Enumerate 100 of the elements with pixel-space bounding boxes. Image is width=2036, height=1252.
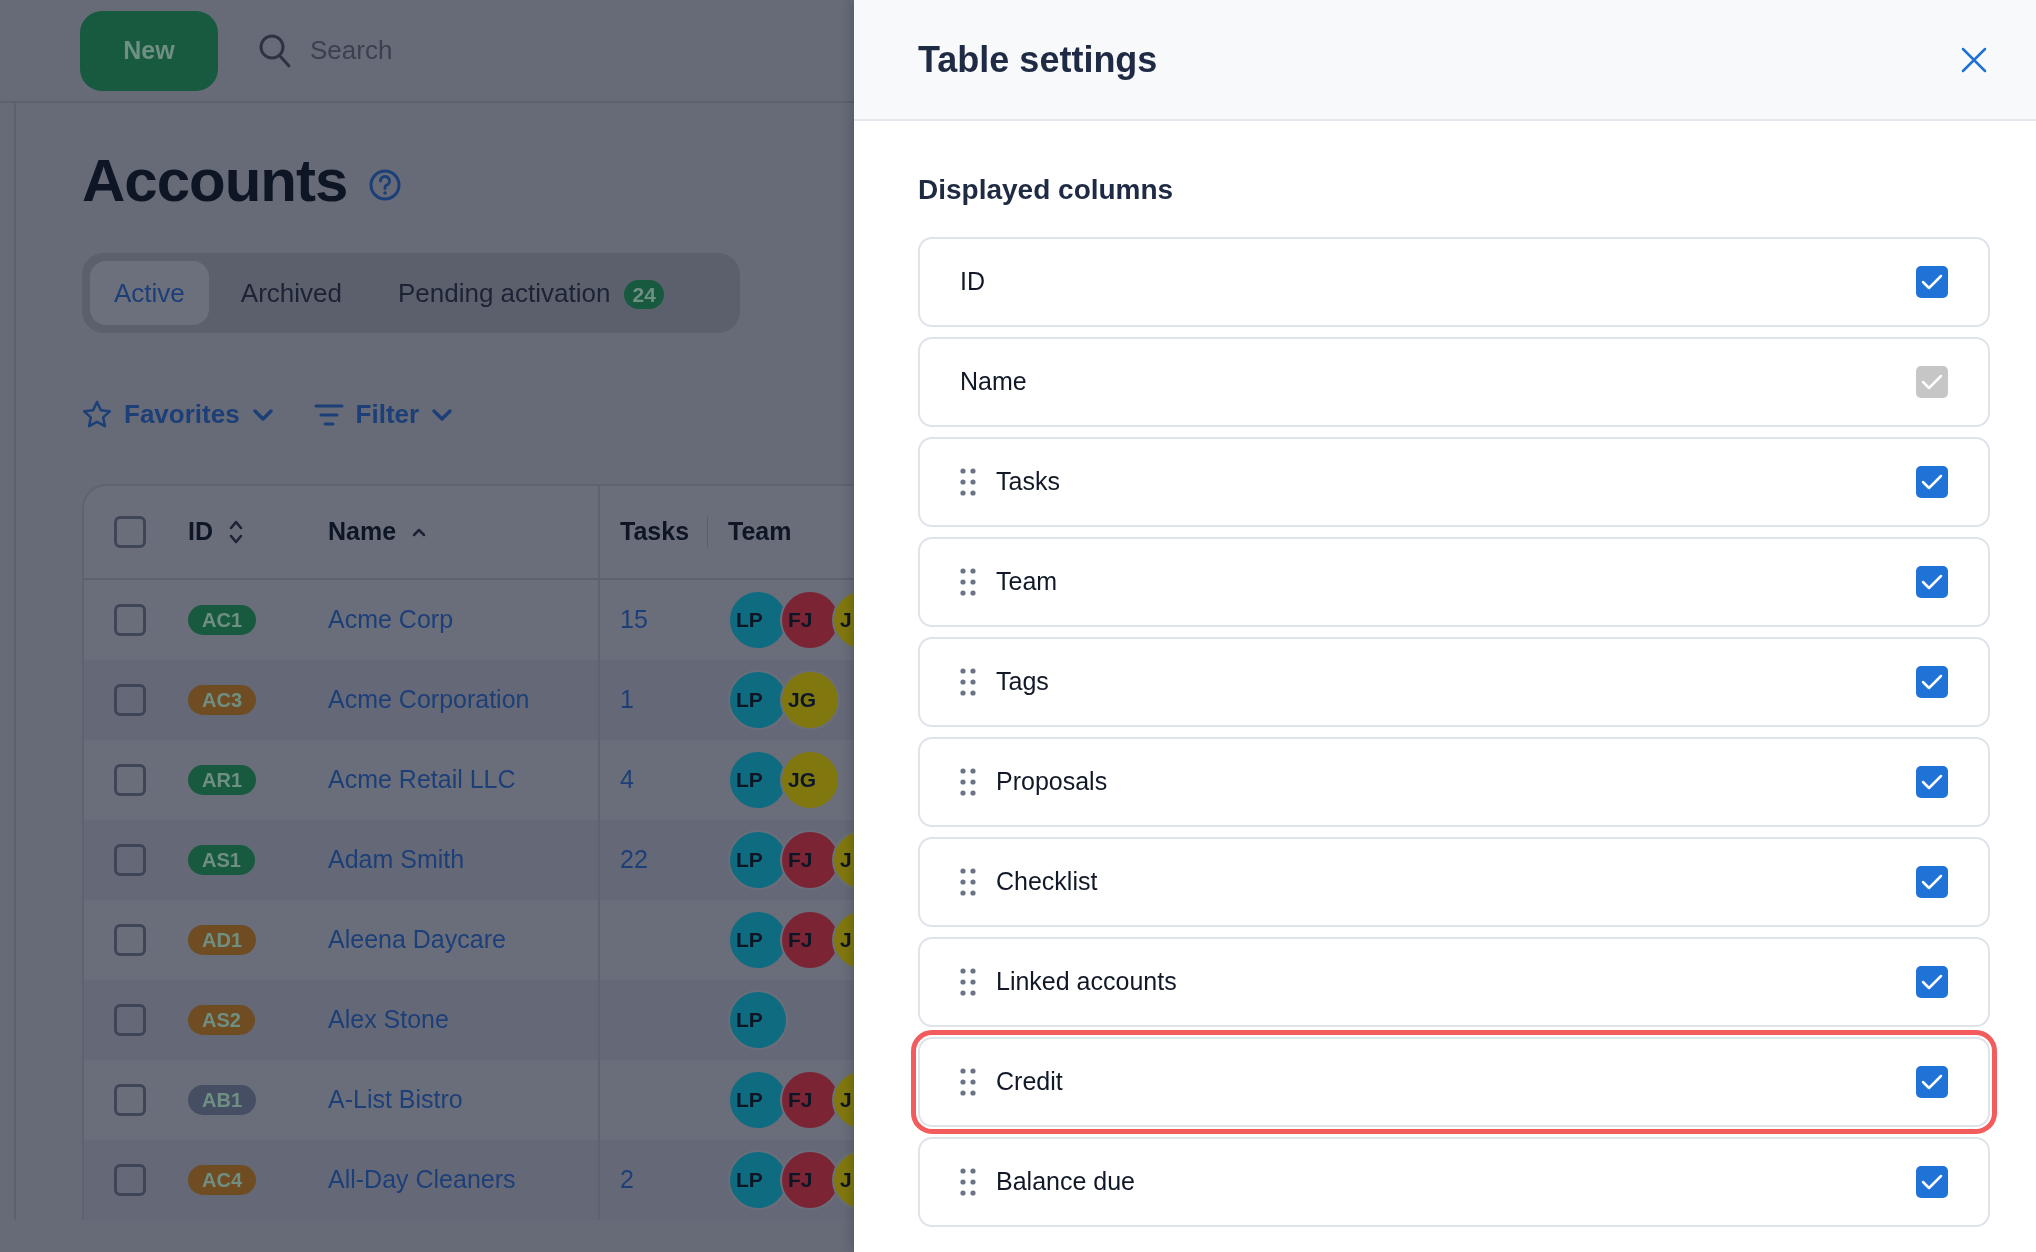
check-icon	[1921, 973, 1943, 991]
tab[interactable]: Active	[90, 261, 209, 325]
check-icon	[1921, 773, 1943, 791]
column-label: Tags	[996, 666, 1050, 698]
column-checkbox[interactable]	[1916, 266, 1948, 298]
column-label: Proposals	[996, 766, 1109, 798]
chevron-down-icon	[251, 407, 274, 422]
tasks-link[interactable]: 1	[620, 685, 634, 714]
id-badge: AC4	[188, 1165, 256, 1195]
check-icon	[1921, 1173, 1943, 1191]
column-option[interactable]: Balance due	[918, 1137, 1990, 1227]
check-icon	[1921, 673, 1943, 691]
row-checkbox[interactable]	[114, 764, 146, 796]
drag-handle-icon[interactable]	[960, 968, 976, 996]
column-checkbox[interactable]	[1916, 966, 1948, 998]
row-checkbox[interactable]	[114, 1164, 146, 1196]
tasks-link[interactable]: 15	[620, 605, 648, 634]
close-icon	[1960, 45, 1988, 74]
row-checkbox[interactable]	[114, 924, 146, 956]
id-badge: AR1	[188, 765, 256, 795]
row-checkbox[interactable]	[114, 1004, 146, 1036]
drag-handle-icon[interactable]	[960, 768, 976, 796]
column-label: Credit	[996, 1066, 1064, 1098]
check-icon	[1921, 1073, 1943, 1091]
drag-handle-icon[interactable]	[960, 568, 976, 596]
filter-button[interactable]: Filter	[313, 395, 454, 434]
column-option[interactable]: Linked accounts	[918, 937, 1990, 1027]
count-badge: 24	[624, 279, 664, 309]
avatar: J	[832, 1150, 854, 1210]
column-header[interactable]: Tasks	[620, 513, 690, 551]
column-option[interactable]: Proposals	[918, 737, 1990, 827]
column-header[interactable]: ID	[188, 513, 213, 551]
column-checkbox[interactable]	[1916, 1166, 1948, 1198]
drag-handle-icon[interactable]	[960, 1168, 976, 1196]
avatar: J	[832, 830, 854, 890]
check-icon	[1921, 873, 1943, 891]
check-icon	[1921, 273, 1943, 291]
select-all-checkbox[interactable]	[114, 516, 146, 548]
avatar: J	[832, 1070, 854, 1130]
column-option[interactable]: Tags	[918, 637, 1990, 727]
drag-handle-icon[interactable]	[960, 468, 976, 496]
drag-handle-icon[interactable]	[960, 868, 976, 896]
id-badge: AS2	[188, 1005, 255, 1035]
avatar: J	[832, 910, 854, 970]
page-title: Accounts	[82, 146, 348, 216]
account-link[interactable]: Acme Corporation	[328, 681, 530, 719]
id-badge: AB1	[188, 1085, 256, 1115]
tasks-link[interactable]: 4	[620, 765, 634, 794]
tasks-link[interactable]: 22	[620, 845, 648, 874]
panel-title: Table settings	[918, 37, 1158, 82]
section-heading: Displayed columns	[918, 173, 1175, 207]
row-checkbox[interactable]	[114, 684, 146, 716]
search-icon[interactable]	[258, 32, 292, 69]
favorites-button[interactable]: Favorites	[82, 395, 274, 434]
star-icon	[82, 399, 112, 430]
avatar: LP	[728, 990, 788, 1050]
sort-ascending-icon	[412, 527, 427, 537]
check-icon	[1921, 473, 1943, 491]
row-checkbox[interactable]	[114, 844, 146, 876]
avatar: J	[832, 590, 854, 650]
column-label: Team	[996, 566, 1059, 598]
tab[interactable]: Archived	[216, 261, 366, 325]
column-checkbox[interactable]	[1916, 866, 1948, 898]
column-label: Checklist	[996, 866, 1099, 898]
tab[interactable]: Pending activation 24	[373, 261, 688, 325]
account-link[interactable]: Acme Corp	[328, 601, 454, 639]
column-option[interactable]: ID	[918, 237, 1990, 327]
column-option[interactable]: Checklist	[918, 837, 1990, 927]
column-option[interactable]: Team	[918, 537, 1990, 627]
row-checkbox[interactable]	[114, 1084, 146, 1116]
check-icon	[1921, 373, 1943, 391]
tasks-link[interactable]: 2	[620, 1165, 634, 1194]
column-label: Linked accounts	[996, 966, 1178, 998]
id-badge: AC3	[188, 685, 256, 715]
column-checkbox[interactable]	[1916, 1066, 1948, 1098]
account-link[interactable]: Aleena Daycare	[328, 921, 506, 959]
id-badge: AC1	[188, 605, 256, 635]
column-checkbox[interactable]	[1916, 466, 1948, 498]
row-checkbox[interactable]	[114, 604, 146, 636]
account-link[interactable]: Acme Retail LLC	[328, 761, 516, 799]
column-label: Tasks	[996, 466, 1061, 498]
avatar: JG	[780, 750, 840, 810]
column-label: Name	[960, 366, 1028, 398]
column-checkbox[interactable]	[1916, 766, 1948, 798]
account-link[interactable]: Alex Stone	[328, 1001, 449, 1039]
account-link[interactable]: Adam Smith	[328, 841, 465, 879]
drag-handle-icon[interactable]	[960, 1068, 976, 1096]
account-link[interactable]: A-List Bistro	[328, 1081, 463, 1119]
drag-handle-icon[interactable]	[960, 668, 976, 696]
column-header[interactable]: Team	[728, 513, 792, 551]
column-option[interactable]: Tasks	[918, 437, 1990, 527]
column-checkbox[interactable]	[1916, 566, 1948, 598]
account-link[interactable]: All-Day Cleaners	[328, 1161, 516, 1199]
column-checkbox[interactable]	[1916, 666, 1948, 698]
column-header[interactable]: Name	[328, 513, 397, 551]
chevron-down-icon	[431, 407, 454, 422]
check-icon	[1921, 573, 1943, 591]
sort-icon	[229, 519, 243, 545]
id-badge: AS1	[188, 845, 255, 875]
new-button[interactable]: New	[80, 10, 218, 91]
